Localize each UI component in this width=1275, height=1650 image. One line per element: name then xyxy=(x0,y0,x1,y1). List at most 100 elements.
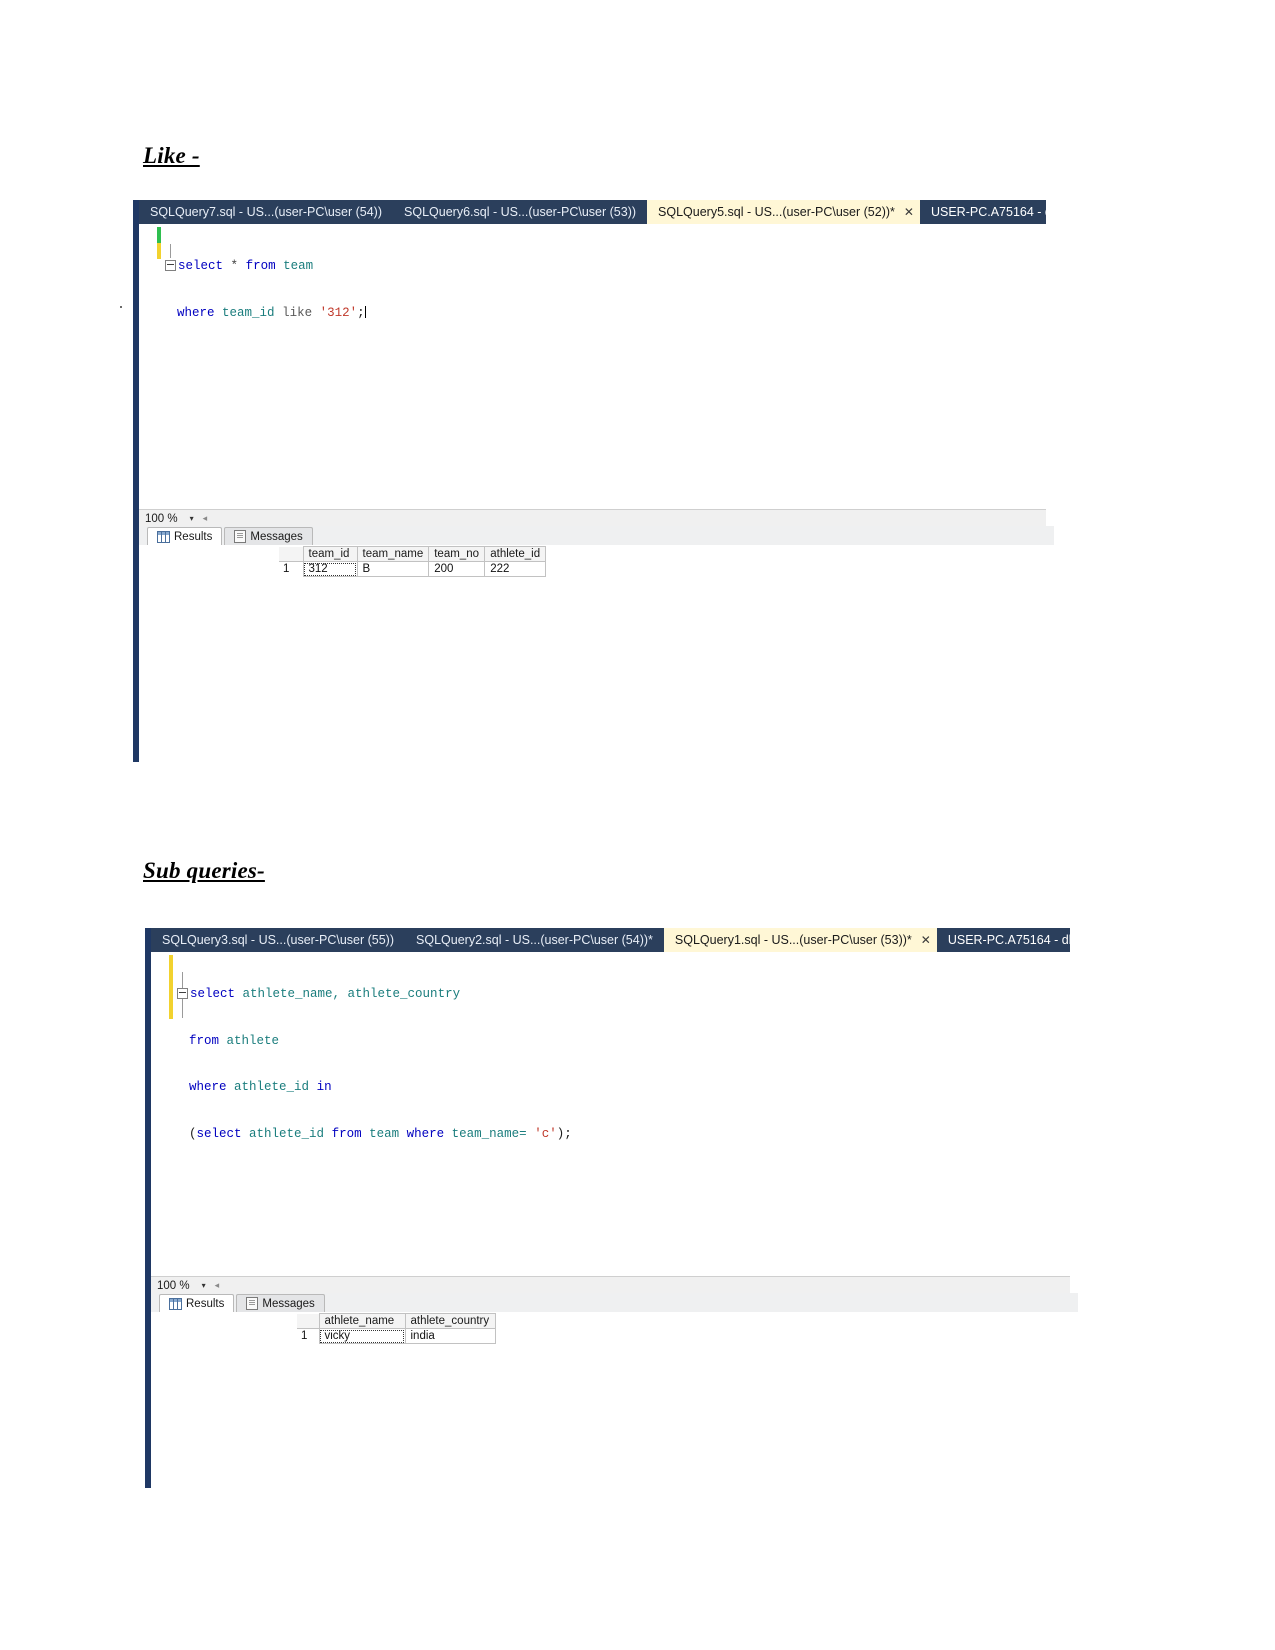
tab-label: Messages xyxy=(250,530,303,543)
tab-sqlquery3[interactable]: SQLQuery3.sql - US...(user-PC\user (55)) xyxy=(151,928,405,952)
tab-dbo-team[interactable]: USER-PC.A75164 - dbo.team xyxy=(937,928,1070,952)
results-pane-background xyxy=(151,1312,1070,1488)
scroll-left-icon[interactable]: ◂ xyxy=(215,1280,220,1291)
tab-messages[interactable]: Messages xyxy=(224,527,313,545)
keyword-like: like xyxy=(282,305,313,320)
column-header-athlete-country[interactable]: athlete_country xyxy=(404,1313,496,1329)
open-paren: ( xyxy=(189,1126,197,1141)
cell-team-no[interactable]: 200 xyxy=(428,561,486,577)
tab-label: USER-PC.A75164 - dbo.team xyxy=(947,933,1070,947)
keyword-in: in xyxy=(316,1080,332,1094)
table-row[interactable]: 1 312 B 200 222 xyxy=(279,561,547,577)
tab-label: SQLQuery6.sql - US...(user-PC\user (53)) xyxy=(404,205,637,219)
code-line-2: where team_id like '312'; xyxy=(165,305,366,322)
tab-messages[interactable]: Messages xyxy=(236,1294,325,1312)
tab-label: SQLQuery3.sql - US...(user-PC\user (55)) xyxy=(162,933,395,947)
table-name: team xyxy=(283,259,314,273)
string-literal: '312' xyxy=(319,305,358,320)
code-line-2: from athlete xyxy=(177,1034,572,1050)
keyword-where: where xyxy=(177,305,215,320)
change-marker-unsaved xyxy=(169,955,173,1019)
stray-mark xyxy=(120,306,122,308)
scroll-left-icon[interactable]: ◂ xyxy=(203,513,208,524)
chevron-down-icon[interactable]: ▾ xyxy=(202,1281,206,1290)
ssms-screenshot-subqueries: SQLQuery3.sql - US...(user-PC\user (55))… xyxy=(145,928,1078,1488)
editor-tab-strip: SQLQuery7.sql - US...(user-PC\user (54))… xyxy=(139,200,1046,224)
results-tab-bar: Results Messages xyxy=(139,526,1054,545)
keyword-from: from xyxy=(331,1126,362,1141)
table-header-row: team_id team_name team_no athlete_id xyxy=(279,546,547,562)
tab-sqlquery1-active[interactable]: SQLQuery1.sql - US...(user-PC\user (53))… xyxy=(663,928,937,952)
collapse-icon[interactable] xyxy=(177,988,188,1000)
messages-icon xyxy=(234,530,247,543)
tab-dbo-team[interactable]: USER-PC.A75164 - dbo.team xyxy=(920,200,1046,224)
change-marker-saved xyxy=(157,227,161,243)
grid-icon xyxy=(169,1297,182,1310)
close-icon[interactable]: ✕ xyxy=(921,933,931,947)
table-row[interactable]: 1 vicky india xyxy=(297,1328,496,1344)
sql-editor-pane[interactable]: select * from team where team_id like '3… xyxy=(139,224,1046,509)
tab-sqlquery2[interactable]: SQLQuery2.sql - US...(user-PC\user (54))… xyxy=(405,928,664,952)
column-header-athlete-name[interactable]: athlete_name xyxy=(318,1313,406,1329)
zoom-level-label[interactable]: 100 % xyxy=(139,513,178,525)
keyword-from: from xyxy=(245,259,276,273)
subquery-predicate-column: team_name= xyxy=(451,1126,527,1141)
cell-team-id[interactable]: 312 xyxy=(302,561,358,577)
cell-athlete-name[interactable]: vicky xyxy=(318,1328,406,1344)
keyword-where: where xyxy=(189,1080,227,1094)
code-line-1: select * from team xyxy=(165,259,366,275)
table-name: athlete xyxy=(226,1033,280,1048)
grid-icon xyxy=(157,530,170,543)
close-paren-semicolon: ); xyxy=(556,1126,572,1141)
page-title-sub-queries: Sub queries- xyxy=(143,858,265,883)
column-header-team-name[interactable]: team_name xyxy=(356,546,430,562)
sql-code-text: select * from team where team_id like '3… xyxy=(165,228,366,352)
tab-label: Messages xyxy=(262,1297,315,1310)
tab-results[interactable]: Results xyxy=(159,1294,235,1312)
column-header-team-no[interactable]: team_no xyxy=(428,546,486,562)
tab-label: SQLQuery5.sql - US...(user-PC\user (52))… xyxy=(658,205,895,219)
subquery-table: team xyxy=(369,1126,400,1141)
cell-team-name[interactable]: B xyxy=(356,561,430,577)
table-header-row: athlete_name athlete_country xyxy=(297,1313,496,1329)
cell-athlete-country[interactable]: india xyxy=(404,1328,496,1344)
tab-sqlquery7[interactable]: SQLQuery7.sql - US...(user-PC\user (54)) xyxy=(139,200,393,224)
tab-label: USER-PC.A75164 - dbo.team xyxy=(930,205,1046,219)
results-tab-bar: Results Messages xyxy=(151,1293,1078,1312)
string-literal: 'c' xyxy=(534,1126,557,1141)
tab-label: Results xyxy=(186,1297,225,1310)
column-header-team-id[interactable]: team_id xyxy=(302,546,358,562)
zoom-level-label[interactable]: 100 % xyxy=(151,1280,190,1292)
row-number: 1 xyxy=(297,1328,320,1344)
tab-results[interactable]: Results xyxy=(147,527,223,545)
subquery-column: athlete_id xyxy=(249,1126,325,1141)
column-list: athlete_name, athlete_country xyxy=(242,987,461,1001)
sql-editor-pane[interactable]: select athlete_name, athlete_country fro… xyxy=(151,952,1070,1276)
tab-label: SQLQuery2.sql - US...(user-PC\user (54))… xyxy=(416,933,653,947)
row-header-corner xyxy=(297,1313,320,1329)
keyword-select: select xyxy=(196,1126,242,1141)
results-grid[interactable]: team_id team_name team_no athlete_id 1 3… xyxy=(279,546,547,577)
collapse-icon[interactable] xyxy=(165,260,176,272)
tab-label: SQLQuery7.sql - US...(user-PC\user (54)) xyxy=(150,205,383,219)
sql-code-text: select athlete_name, athlete_country fro… xyxy=(177,956,572,1173)
editor-zoom-bar: 100 % ▾ ◂ xyxy=(151,1276,1070,1294)
tab-label: Results xyxy=(174,530,213,543)
tab-sqlquery5-active[interactable]: SQLQuery5.sql - US...(user-PC\user (52))… xyxy=(647,200,920,224)
tab-sqlquery6[interactable]: SQLQuery6.sql - US...(user-PC\user (53)) xyxy=(393,200,647,224)
row-header-corner xyxy=(279,546,304,562)
messages-icon xyxy=(246,1297,259,1310)
close-icon[interactable]: ✕ xyxy=(904,205,914,219)
text-caret xyxy=(364,305,366,318)
column-name: athlete_id xyxy=(234,1080,310,1094)
keyword-select: select xyxy=(178,259,224,273)
code-line-3: where athlete_id in xyxy=(177,1080,572,1096)
column-header-athlete-id[interactable]: athlete_id xyxy=(484,546,547,562)
results-grid[interactable]: athlete_name athlete_country 1 vicky ind… xyxy=(297,1313,496,1344)
chevron-down-icon[interactable]: ▾ xyxy=(190,514,194,523)
keyword-where: where xyxy=(406,1126,445,1141)
tab-label: SQLQuery1.sql - US...(user-PC\user (53))… xyxy=(674,933,912,947)
star-token: * xyxy=(230,259,239,273)
cell-athlete-id[interactable]: 222 xyxy=(484,561,547,577)
results-pane-background xyxy=(139,545,1046,762)
